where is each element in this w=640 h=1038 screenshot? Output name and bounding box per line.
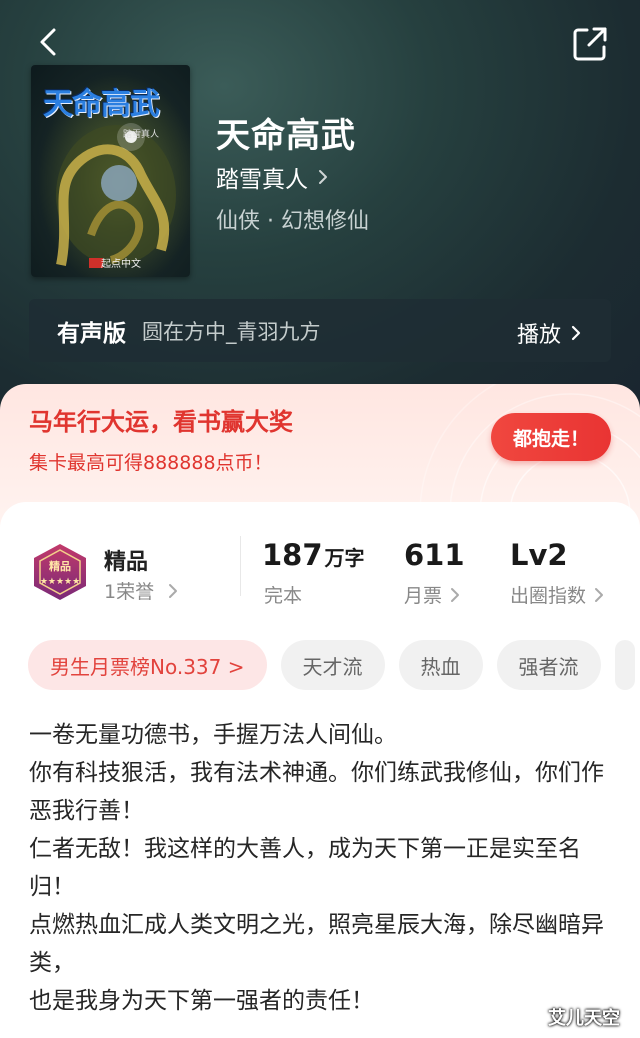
watermark: 艾儿天空 — [548, 1008, 620, 1029]
chevron-right-icon — [169, 583, 178, 598]
description-line: 你有科技狠活，我有法术神通。你们练武我修仙，你们作恶我行善！ — [29, 760, 604, 824]
play-label: 播放 — [516, 323, 561, 348]
share-external-icon — [573, 27, 607, 61]
audio-narrator: 圆在方中_青羽九方 — [142, 319, 321, 344]
play-button[interactable]: 播放 — [517, 317, 581, 349]
tag-item[interactable]: 热血 — [398, 640, 483, 690]
book-status: 完本 — [264, 581, 302, 608]
author-name: 踏雪真人 — [216, 167, 308, 193]
audio-label: 有声版 — [57, 320, 126, 347]
popularity-level: Lv2 — [510, 538, 568, 572]
chevron-right-icon — [319, 170, 327, 184]
popularity-index-label: 出圈指数 — [510, 585, 587, 607]
description-line: 点燃热血汇成人类文明之光，照亮星辰大海，除尽幽暗异类， — [29, 912, 604, 976]
cover-title: 天命高武 — [43, 87, 160, 122]
word-count: 187 万字 — [262, 538, 365, 572]
back-button[interactable] — [34, 26, 66, 58]
audio-version-bar[interactable]: 有声版 圆在方中_青羽九方 播放 — [29, 299, 611, 362]
word-count-unit: 万字 — [324, 546, 365, 570]
word-count-value: 187 — [262, 538, 323, 572]
tag-item[interactable]: 强者流 — [496, 640, 601, 690]
share-button[interactable] — [572, 26, 608, 62]
chevron-right-icon — [571, 325, 581, 341]
quality-badge-icon: 精品 ★★★★★ — [30, 542, 90, 604]
promo-claim-button[interactable]: 都抱走！ — [491, 413, 611, 461]
monthly-votes-value: 611 — [404, 538, 465, 572]
book-title: 天命高武 — [216, 116, 356, 156]
book-cover[interactable]: 天命高武 踏雪真人 起点中文 — [31, 65, 190, 277]
tag-rank[interactable]: 男生月票榜No.337 > — [28, 640, 267, 690]
cover-publisher: 起点中文 — [101, 259, 141, 270]
description-line: 仁者无敌！我这样的大善人，成为天下第一正是实至名归！ — [29, 836, 581, 900]
book-status-label: 完本 — [264, 585, 303, 607]
honor-count: 1荣誉 — [104, 581, 155, 603]
monthly-votes-label: 月票 — [404, 585, 443, 607]
book-description[interactable]: 一卷无量功德书，手握万法人间仙。 你有科技狠活，我有法术神通。你们练武我修仙，你… — [29, 716, 609, 1020]
svg-text:精品: 精品 — [49, 559, 71, 573]
description-line: 也是我身为天下第一强者的责任！ — [29, 988, 374, 1014]
stats-divider — [240, 536, 241, 596]
chevron-left-icon — [40, 28, 56, 56]
description-line: 一卷无量功德书，手握万法人间仙。 — [29, 722, 397, 748]
svg-text:★★★★★: ★★★★★ — [40, 577, 80, 587]
cover-author: 踏雪真人 — [123, 130, 160, 140]
tag-list: 男生月票榜No.337 > 天才流 热血 强者流 — [28, 640, 635, 690]
chevron-right-icon — [451, 587, 460, 602]
book-genre[interactable]: 仙侠 · 幻想修仙 — [216, 203, 369, 235]
honor-link[interactable]: 1荣誉 — [104, 577, 178, 604]
quality-label: 精品 — [104, 550, 149, 575]
promo-title: 马年行大运，看书赢大奖 — [29, 408, 293, 436]
monthly-votes: 611 — [404, 538, 465, 572]
tag-item-overflow[interactable] — [614, 640, 635, 690]
chevron-right-icon — [595, 587, 604, 602]
author-link[interactable]: 踏雪真人 — [216, 160, 328, 194]
promo-subtitle: 集卡最高可得888888点币！ — [29, 452, 273, 474]
tag-item[interactable]: 天才流 — [280, 640, 385, 690]
book-detail-card: 精品 ★★★★★ 精品 1荣誉 187 万字 完本 611 月票 Lv2 出圈指… — [0, 502, 640, 1038]
monthly-votes-link[interactable]: 月票 — [404, 581, 460, 608]
popularity-level-value: Lv2 — [510, 538, 568, 572]
popularity-index-link[interactable]: 出圈指数 — [510, 581, 604, 608]
